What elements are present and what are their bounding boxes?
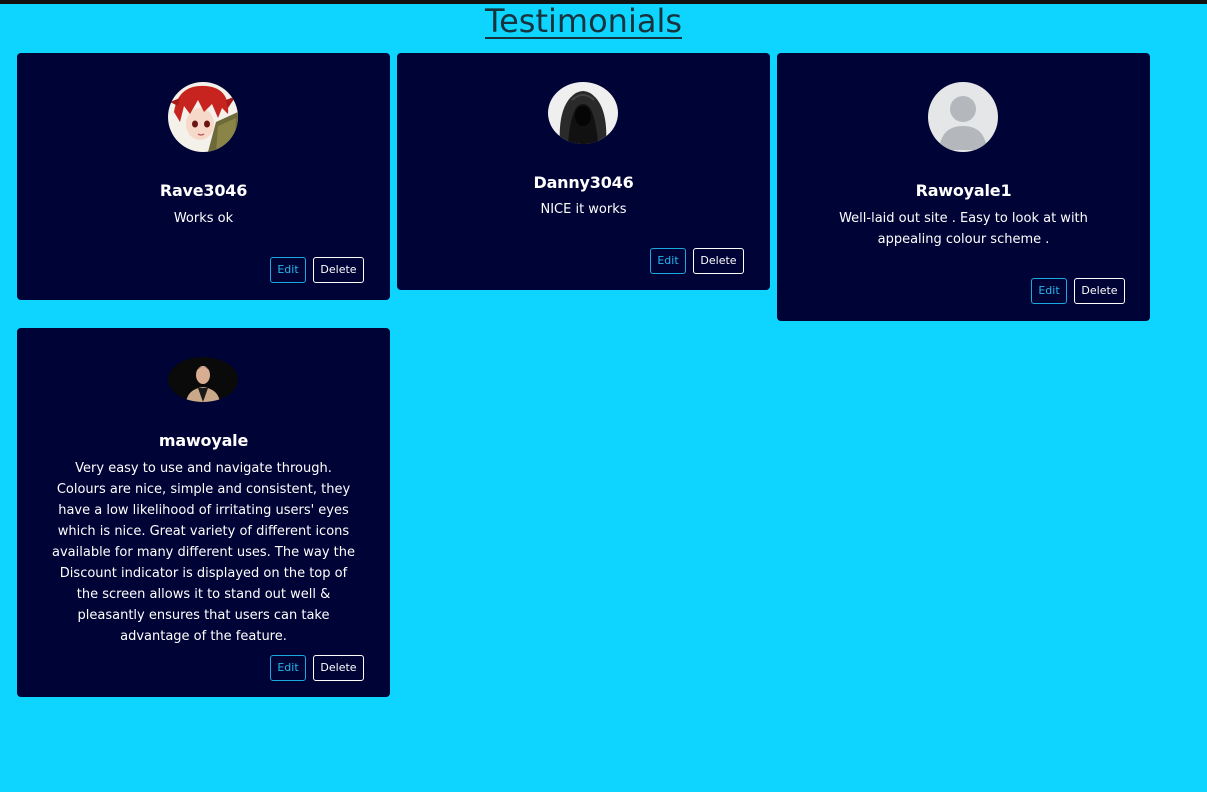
testimonial-comment: NICE it works [540, 202, 627, 217]
delete-button[interactable]: Delete [313, 257, 364, 283]
testimonial-card: Danny3046 NICE it works Edit Delete [397, 53, 770, 290]
anime-red-hair-avatar [168, 82, 238, 152]
man-portrait-avatar [168, 357, 238, 402]
testimonial-card: Rave3046 Works ok Edit Delete [17, 53, 390, 300]
testimonial-card: mawoyale Very easy to use and navigate t… [17, 328, 390, 697]
edit-button[interactable]: Edit [270, 655, 306, 681]
delete-button[interactable]: Delete [313, 655, 364, 681]
testimonial-username: Rave3046 [159, 181, 248, 200]
testimonial-card: Rawoyale1 Well-laid out site . Easy to l… [777, 53, 1150, 321]
testimonial-comment: Works ok [173, 211, 234, 226]
default-user-avatar [928, 82, 998, 152]
delete-button[interactable]: Delete [1074, 278, 1125, 304]
testimonial-username: Rawoyale1 [915, 181, 1012, 200]
page-title: Testimonials [485, 2, 682, 40]
hooded-figure-avatar [548, 82, 618, 144]
testimonial-comment: Very easy to use and navigate through. C… [52, 461, 355, 644]
testimonial-username: Danny3046 [533, 173, 634, 192]
edit-button[interactable]: Edit [650, 248, 686, 274]
edit-button[interactable]: Edit [270, 257, 306, 283]
testimonial-comment: Well-laid out site . Easy to look at wit… [839, 211, 1088, 247]
delete-button[interactable]: Delete [693, 248, 744, 274]
testimonial-username: mawoyale [158, 431, 249, 450]
edit-button[interactable]: Edit [1031, 278, 1067, 304]
